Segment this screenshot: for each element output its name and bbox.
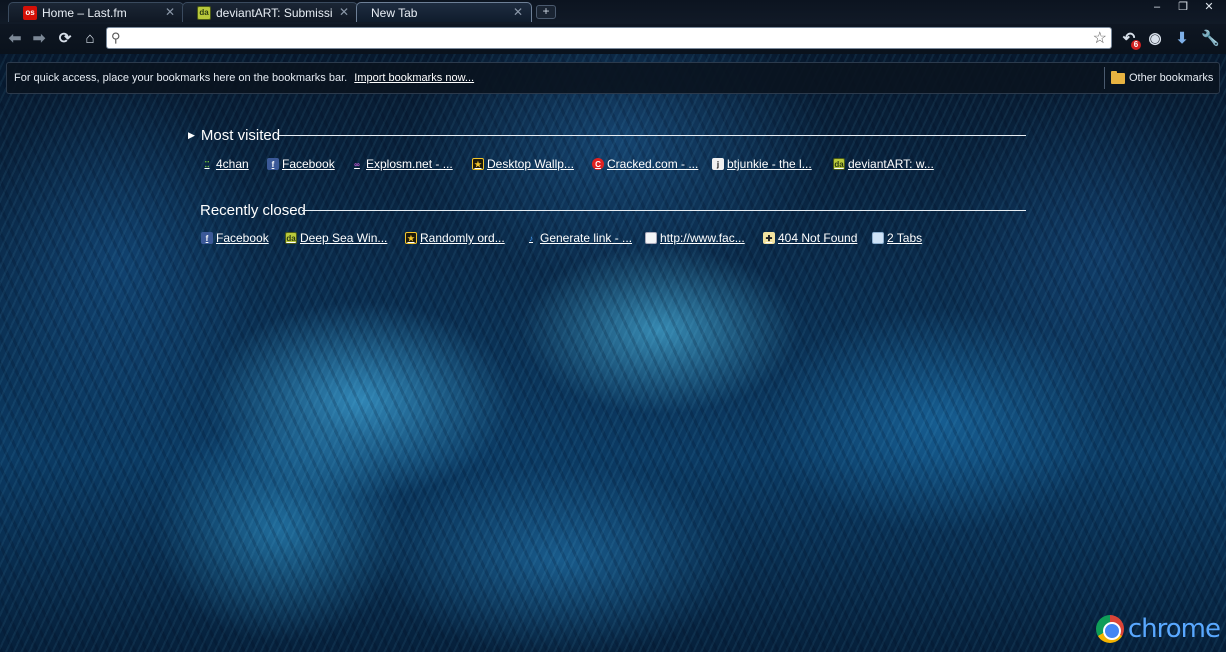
item-label: Explosm.net - ... [366,157,453,171]
back-arrow-icon[interactable]: ⬅ [6,30,24,48]
btjunkie-icon: j [712,158,724,170]
facebook-icon: f [267,158,279,170]
most-visited-title: Most visited [200,127,281,144]
facebook-icon: f [201,232,213,244]
search-icon: ⚲ [111,30,121,45]
item-label: Facebook [216,231,269,245]
item-label: deviantART: w... [848,157,934,171]
item-label: 4chan [216,157,249,171]
bookmarks-divider [1104,67,1105,89]
folder-icon [1111,70,1125,84]
close-window-button[interactable]: ✕ [1196,0,1222,16]
expand-triangle-icon: ▶ [188,130,195,140]
bookmarks-bar: For quick access, place your bookmarks h… [6,62,1220,94]
tab-strip: os Home – Last.fm ✕ da deviantART: Submi… [0,0,1226,24]
recently-closed-title: Recently closed [200,202,306,219]
tab-label: deviantART: Submission [216,5,333,20]
tab-new-tab[interactable]: New Tab ✕ [356,2,532,22]
item-label: 2 Tabs [887,231,923,245]
minimize-button[interactable]: – [1144,0,1170,16]
other-bookmarks-label: Other bookmarks [1129,72,1214,84]
item-label: btjunkie - the l... [727,157,812,171]
reload-icon[interactable]: ⟳ [56,30,74,48]
most-visited-item[interactable]: ★ Desktop Wallp... [472,156,592,172]
most-visited-item[interactable]: j btjunkie - the l... [712,156,833,172]
chrome-wordmark: chrome [1127,614,1221,644]
extension-download-icon[interactable]: ⬇ [1173,30,1191,48]
wrench-icon[interactable]: 🔧 [1201,30,1220,48]
explosm-icon: ∞ [354,159,360,169]
recently-closed-header: Recently closed [200,202,306,219]
home-icon[interactable]: ⌂ [81,30,99,48]
tab-label: Home – Last.fm [42,5,127,20]
chrome-logo: chrome [1095,614,1221,644]
recently-closed-item[interactable]: da Deep Sea Win... [285,230,405,246]
item-label: Randomly ord... [420,231,505,245]
recently-closed-item[interactable]: ★ Randomly ord... [405,230,525,246]
item-label: 404 Not Found [778,231,858,245]
page-icon [645,232,657,244]
star-icon: ★ [405,232,417,244]
most-visited-item[interactable]: C Cracked.com - ... [592,156,712,172]
lastfm-icon: os [23,5,37,20]
item-label: Facebook [282,157,335,171]
item-label: Generate link - ... [540,231,633,245]
recently-closed-list: f Facebook da Deep Sea Win... ★ Randomly or… [201,230,942,246]
tab-close-icon[interactable]: ✕ [165,5,175,19]
forward-arrow-icon[interactable]: ➡ [30,30,48,48]
item-label: Cracked.com - ... [607,157,699,171]
recently-closed-item[interactable]: 2 Tabs [872,230,942,246]
deviantart-icon: da [833,158,845,170]
other-bookmarks-button[interactable]: Other bookmarks [1111,70,1214,84]
most-visited-header[interactable]: ▶ Most visited [188,127,280,144]
import-bookmarks-link[interactable]: Import bookmarks now... [354,72,474,84]
extension-circle-icon[interactable]: ◉ [1146,30,1164,48]
section-divider [302,210,1026,211]
most-visited-item[interactable]: ⁚⁚ 4chan [201,156,267,172]
recently-closed-item[interactable]: ✚ 404 Not Found [763,230,872,246]
bookmark-star-icon[interactable]: ☆ [1093,28,1107,48]
chrome-logo-icon [1095,615,1124,643]
most-visited-item[interactable]: da deviantART: w... [833,156,937,172]
music-note-icon: ♪ [529,233,533,243]
tab-close-icon[interactable]: ✕ [339,5,349,19]
deviantart-icon: da [197,5,211,20]
recently-closed-item[interactable]: f Facebook [201,230,285,246]
deviantart-icon: da [285,232,297,244]
window-controls: – ❐ ✕ [1144,0,1222,16]
tabs-icon [872,232,884,244]
most-visited-list: ⁚⁚ 4chan f Facebook ∞ Explosm.net - ... ★ De… [201,156,937,172]
address-input[interactable] [129,30,1089,46]
404-icon: ✚ [763,232,775,244]
cracked-icon: C [592,158,604,170]
tab-label: New Tab [371,5,418,20]
tab-close-icon[interactable]: ✕ [513,5,523,19]
4chan-icon: ⁚⁚ [204,159,210,169]
tab-deviantart[interactable]: da deviantART: Submission ✕ [182,2,358,22]
restore-button[interactable]: ❐ [1170,0,1196,16]
toolbar: ⬅ ➡ ⟳ ⌂ ⚲ ☆ ↶ ◉ ⬇ 🔧 [0,24,1226,54]
item-label: http://www.fac... [660,231,745,245]
bookmarks-hint-text: For quick access, place your bookmarks h… [14,72,348,84]
star-icon: ★ [472,158,484,170]
bookmarks-bar-message: For quick access, place your bookmarks h… [14,72,474,84]
section-divider [279,135,1026,136]
omnibox[interactable]: ⚲ ☆ [106,27,1112,49]
recently-closed-item[interactable]: http://www.fac... [645,230,763,246]
item-label: Desktop Wallp... [487,157,574,171]
recently-closed-item[interactable]: ♪ Generate link - ... [525,230,645,246]
most-visited-item[interactable]: ∞ Explosm.net - ... [351,156,472,172]
most-visited-item[interactable]: f Facebook [267,156,351,172]
extension-badge: 6 [1131,40,1141,50]
tab-lastfm[interactable]: os Home – Last.fm ✕ [8,2,184,22]
item-label: Deep Sea Win... [300,231,388,245]
new-tab-button[interactable]: + [536,5,556,19]
